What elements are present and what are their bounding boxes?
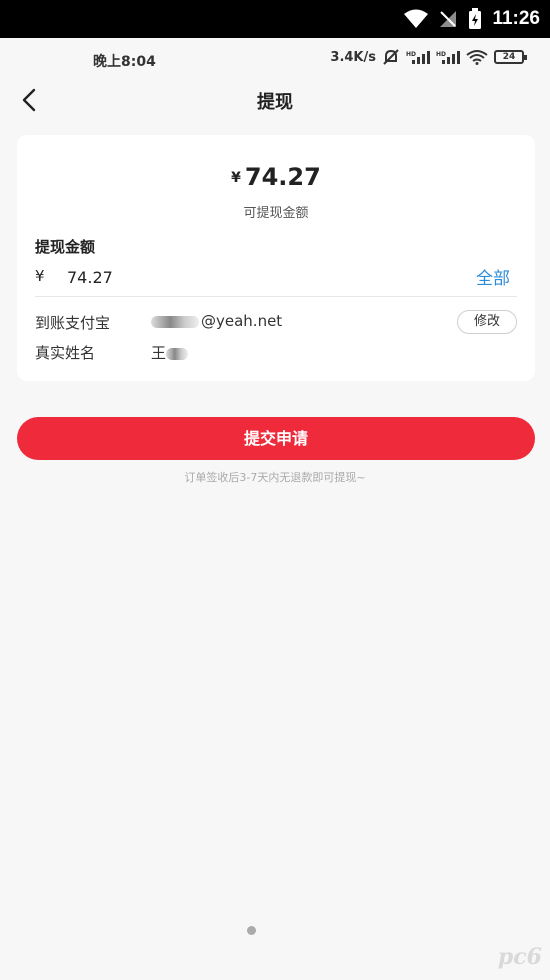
battery-indicator: 24: [494, 50, 527, 64]
signal-hd-icon: HD: [406, 51, 430, 64]
alipay-account-row: 到账支付宝 @yeah.net 修改: [35, 310, 517, 334]
withdraw-card: ¥74.27 可提现金额 提现金额 ¥ 全部 到账支付宝 @yeah.net 修…: [17, 135, 535, 381]
nav-bar: 提现: [0, 80, 550, 120]
wifi-icon: [404, 9, 429, 28]
watermark-logo: pc6: [497, 944, 542, 970]
divider: [35, 296, 517, 297]
real-name-text: 王: [151, 344, 167, 362]
real-name-value: 王: [151, 342, 190, 363]
input-currency-symbol: ¥: [35, 267, 45, 285]
no-signal-icon: [440, 11, 457, 27]
masked-text: [166, 347, 189, 360]
withdraw-all-button[interactable]: 全部: [476, 264, 510, 289]
withdraw-hint: 订单签收后3-7天内无退款即可提现~: [184, 471, 366, 484]
real-name-row: 真实姓名 王: [35, 340, 517, 364]
currency-symbol: ¥: [231, 170, 241, 186]
page-indicator-dot: [247, 926, 256, 935]
phone-status-bar: 晚上8:04 3.4K/s HD HD 24: [0, 38, 550, 80]
page-title: 提现: [257, 92, 293, 113]
phone-clock: 晚上8:04: [93, 54, 156, 70]
amount-input[interactable]: [67, 263, 447, 291]
withdraw-amount-title: 提现金额: [35, 238, 96, 256]
available-amount: ¥74.27: [17, 163, 535, 191]
real-name-label: 真实姓名: [35, 344, 96, 362]
battery-charging-icon: [469, 8, 482, 29]
mute-icon: [383, 49, 399, 65]
wifi-icon-small: [466, 50, 488, 65]
system-status-bar: 11:26: [0, 0, 550, 38]
network-speed: 3.4K/s: [330, 49, 376, 65]
alipay-account-text: @yeah.net: [201, 312, 283, 330]
available-amount-label: 可提现金额: [243, 206, 309, 221]
signal-hd-icon-2: HD: [436, 51, 460, 64]
system-clock: 11:26: [492, 8, 540, 29]
edit-account-button[interactable]: 修改: [457, 310, 517, 334]
alipay-account-value: @yeah.net: [151, 312, 282, 330]
alipay-account-label: 到账支付宝: [35, 314, 111, 332]
amount-input-row: ¥ 全部: [35, 263, 517, 296]
masked-text: [151, 315, 199, 328]
submit-button[interactable]: 提交申请: [17, 417, 535, 460]
svg-text:HD: HD: [436, 51, 446, 58]
available-amount-value: 74.27: [244, 163, 321, 191]
svg-text:HD: HD: [406, 51, 416, 58]
